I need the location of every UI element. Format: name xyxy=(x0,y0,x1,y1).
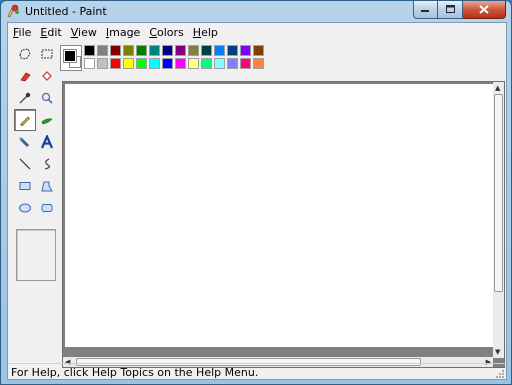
client-area: File Edit View Image Colors Help ▲ ▼ ◀ ▶… xyxy=(7,22,507,380)
rectangle-icon xyxy=(19,182,31,190)
free-form-select-tool[interactable] xyxy=(14,43,36,65)
color-swatch[interactable] xyxy=(253,45,264,56)
ellipse-icon xyxy=(19,203,31,213)
brush-icon xyxy=(41,118,53,125)
minimize-icon xyxy=(421,9,429,12)
line-icon xyxy=(19,158,31,170)
rounded-rectangle-tool[interactable] xyxy=(36,197,58,219)
color-swatch[interactable] xyxy=(188,58,199,69)
drawing-canvas[interactable] xyxy=(65,84,495,347)
magnifier-icon xyxy=(41,92,53,104)
color-swatch[interactable] xyxy=(84,58,95,69)
polygon-icon xyxy=(41,181,53,192)
palette-swatches xyxy=(84,45,264,69)
color-swatch[interactable] xyxy=(149,45,160,56)
minimize-button[interactable] xyxy=(413,1,438,19)
color-swatch[interactable] xyxy=(227,45,238,56)
color-swatch[interactable] xyxy=(227,58,238,69)
pencil-icon xyxy=(20,116,30,126)
current-colors xyxy=(60,45,82,71)
canvas-area: ▲ ▼ ◀ ▶ xyxy=(62,81,505,368)
foreground-color[interactable] xyxy=(63,49,77,63)
color-swatch[interactable] xyxy=(188,45,199,56)
magnifier-tool[interactable] xyxy=(36,87,58,109)
eraser-tool[interactable] xyxy=(14,65,36,87)
close-icon xyxy=(479,5,489,14)
paint-window: Untitled - Paint File Edit View Image Co… xyxy=(0,0,512,385)
brush-tool[interactable] xyxy=(36,109,58,131)
vertical-scrollbar[interactable]: ▲ ▼ xyxy=(493,82,504,358)
select-tool[interactable] xyxy=(36,43,58,65)
toolbox xyxy=(8,42,63,362)
color-swatch[interactable] xyxy=(162,45,173,56)
color-swatch[interactable] xyxy=(97,45,108,56)
scroll-down-icon[interactable]: ▼ xyxy=(495,347,500,357)
size-grip-icon[interactable] xyxy=(495,369,505,379)
color-swatch[interactable] xyxy=(175,58,186,69)
menu-file[interactable]: File xyxy=(9,26,35,39)
fill-with-color-tool[interactable] xyxy=(36,65,58,87)
color-swatch[interactable] xyxy=(175,45,186,56)
color-palette xyxy=(60,45,270,73)
airbrush-tool[interactable] xyxy=(14,131,36,153)
menu-help[interactable]: Help xyxy=(189,26,222,39)
color-swatch[interactable] xyxy=(214,58,225,69)
color-swatch[interactable] xyxy=(201,58,212,69)
tool-options-box[interactable] xyxy=(16,229,56,281)
paint-bucket-icon xyxy=(42,71,52,81)
menu-bar: File Edit View Image Colors Help xyxy=(8,23,506,42)
polygon-tool[interactable] xyxy=(36,175,58,197)
window-title: Untitled - Paint xyxy=(25,5,107,18)
rect-select-icon xyxy=(41,49,53,59)
paint-app-icon xyxy=(7,4,19,18)
airbrush-icon xyxy=(19,137,30,148)
color-swatch[interactable] xyxy=(110,45,121,56)
color-swatch[interactable] xyxy=(201,45,212,56)
color-swatch[interactable] xyxy=(136,45,147,56)
curve-icon xyxy=(44,158,51,170)
eyedropper-icon xyxy=(19,92,31,104)
maximize-button[interactable] xyxy=(438,1,463,19)
line-tool[interactable] xyxy=(14,153,36,175)
color-swatch[interactable] xyxy=(84,45,95,56)
rectangle-tool[interactable] xyxy=(14,175,36,197)
color-swatch[interactable] xyxy=(240,58,251,69)
status-bar: For Help, click Help Topics on the Help … xyxy=(8,363,506,380)
color-swatch[interactable] xyxy=(136,58,147,69)
free-form-select-icon xyxy=(19,48,31,60)
vertical-scroll-thumb[interactable] xyxy=(494,94,503,292)
color-swatch[interactable] xyxy=(253,58,264,69)
color-swatch[interactable] xyxy=(97,58,108,69)
menu-edit[interactable]: Edit xyxy=(36,26,65,39)
scroll-up-icon[interactable]: ▲ xyxy=(495,83,500,93)
menu-view[interactable]: View xyxy=(67,26,101,39)
eraser-icon xyxy=(20,72,31,82)
title-bar[interactable]: Untitled - Paint xyxy=(1,1,511,22)
status-text: For Help, click Help Topics on the Help … xyxy=(11,365,259,379)
color-swatch[interactable] xyxy=(162,58,173,69)
curve-tool[interactable] xyxy=(36,153,58,175)
menu-colors[interactable]: Colors xyxy=(145,26,187,39)
ellipse-tool[interactable] xyxy=(14,197,36,219)
rounded-rectangle-icon xyxy=(41,204,53,212)
color-swatch[interactable] xyxy=(240,45,251,56)
text-tool[interactable] xyxy=(36,131,58,153)
color-swatch[interactable] xyxy=(123,45,134,56)
pick-color-tool[interactable] xyxy=(14,87,36,109)
menu-image[interactable]: Image xyxy=(102,26,144,39)
color-swatch[interactable] xyxy=(123,58,134,69)
color-swatch[interactable] xyxy=(149,58,160,69)
text-a-icon xyxy=(40,135,54,149)
window-controls xyxy=(413,1,506,19)
color-swatch[interactable] xyxy=(214,45,225,56)
color-swatch[interactable] xyxy=(110,58,121,69)
pencil-tool[interactable] xyxy=(14,109,36,131)
close-button[interactable] xyxy=(463,1,506,19)
maximize-icon xyxy=(445,5,455,13)
